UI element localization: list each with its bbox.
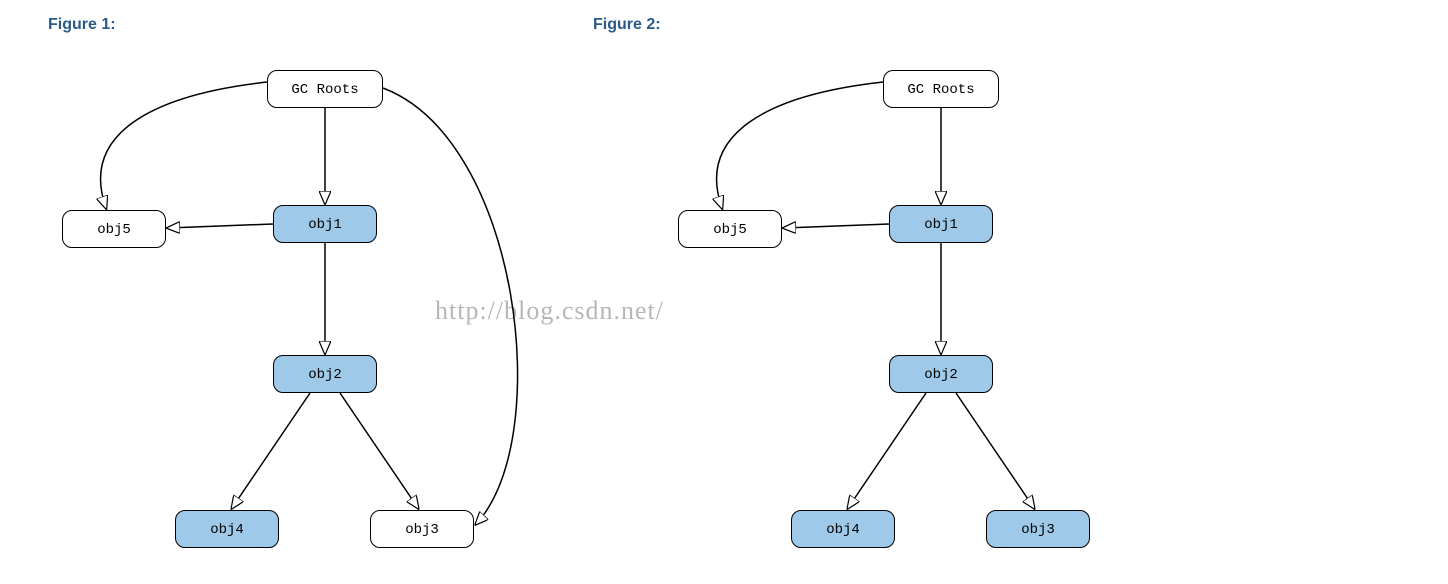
fig2-edge-obj2-obj3	[956, 393, 1034, 508]
fig1-node-obj2: obj2	[273, 355, 377, 393]
fig1-edge-obj1-obj5	[168, 224, 273, 228]
fig1-node-gc-roots: GC Roots	[267, 70, 383, 108]
fig1-edge-obj2-obj3	[340, 393, 418, 508]
fig2-node-obj5: obj5	[678, 210, 782, 248]
figure1-title: Figure 1:	[48, 16, 116, 34]
fig2-node-gc-roots: GC Roots	[883, 70, 999, 108]
fig2-node-obj2: obj2	[889, 355, 993, 393]
fig1-node-obj1: obj1	[273, 205, 377, 243]
fig2-node-obj4: obj4	[791, 510, 895, 548]
fig2-edge-obj1-obj5	[784, 224, 889, 228]
fig1-edge-obj2-obj4	[232, 393, 310, 508]
arrows-layer	[0, 0, 1448, 584]
fig1-edge-root-obj5	[101, 82, 267, 208]
fig1-node-obj5: obj5	[62, 210, 166, 248]
fig1-node-obj3: obj3	[370, 510, 474, 548]
fig2-edge-obj2-obj4	[848, 393, 926, 508]
fig2-node-obj3: obj3	[986, 510, 1090, 548]
diagram-page: Figure 1: Figure 2: http://blog.csdn.net…	[0, 0, 1448, 584]
fig2-edge-root-obj5	[717, 82, 883, 208]
watermark-text: http://blog.csdn.net/	[435, 296, 664, 326]
fig2-node-obj1: obj1	[889, 205, 993, 243]
figure2-title: Figure 2:	[593, 16, 661, 34]
fig1-node-obj4: obj4	[175, 510, 279, 548]
